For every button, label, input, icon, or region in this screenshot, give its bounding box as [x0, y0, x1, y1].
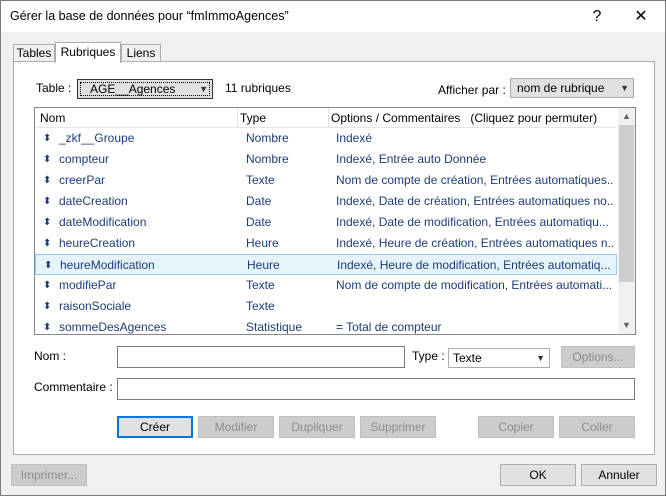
table-row[interactable]: ⬍ raisonSociale Texte	[35, 296, 617, 317]
column-header-options[interactable]: Options / Commentaires (Cliquez pour per…	[331, 111, 597, 125]
row-options: = Total de compteur	[336, 320, 442, 334]
chevron-down-icon: ▼	[620, 83, 629, 93]
fields-list[interactable]: Nom Type Options / Commentaires (Cliquez…	[34, 107, 636, 335]
table-row[interactable]: ⬍ _zkf__Groupe Nombre Indexé	[35, 128, 617, 149]
cancel-button[interactable]: Annuler	[581, 464, 657, 486]
scroll-thumb[interactable]	[619, 125, 634, 282]
print-button[interactable]: Imprimer...	[11, 464, 87, 486]
name-input[interactable]	[117, 346, 405, 368]
table-row[interactable]: ⬍ sommeDesAgences Statistique = Total de co…	[35, 317, 617, 334]
view-by-value: nom de rubrique	[517, 81, 605, 95]
table-row[interactable]: ⬍ compteur Nombre Indexé, Entrée auto Donné…	[35, 149, 617, 170]
name-label: Nom :	[34, 349, 67, 363]
comment-label: Commentaire :	[34, 380, 113, 394]
move-handle-icon[interactable]: ⬍	[43, 238, 51, 249]
table-select[interactable]: AGE__Agences ▼	[77, 79, 213, 99]
options-button[interactable]: Options...	[561, 346, 635, 368]
tab-tables[interactable]: Tables	[13, 44, 55, 62]
row-type: Texte	[246, 299, 275, 313]
row-options: Indexé, Heure de création, Entrées autom…	[336, 236, 614, 250]
create-button[interactable]: Créer	[117, 416, 193, 438]
column-header-type[interactable]: Type	[240, 111, 266, 125]
view-by-label: Afficher par :	[438, 83, 506, 97]
title-bar: Gérer la base de données pour “fmImmoAge…	[1, 1, 665, 32]
row-name: modifiePar	[59, 278, 117, 292]
table-select-value: AGE__Agences	[90, 82, 176, 96]
row-options: Indexé, Date de modification, Entrées au…	[336, 215, 609, 229]
table-label: Table :	[36, 81, 72, 95]
row-type: Statistique	[246, 320, 303, 334]
table-row[interactable]: ⬍ heureCreation Heure Indexé, Heure de créa…	[35, 233, 617, 254]
move-handle-icon[interactable]: ⬍	[43, 301, 51, 312]
list-header: Nom Type Options / Commentaires (Cliquez…	[35, 108, 617, 128]
view-by-select[interactable]: nom de rubrique ▼	[510, 78, 634, 98]
row-name: raisonSociale	[59, 299, 132, 313]
row-type: Date	[246, 215, 272, 229]
move-handle-icon[interactable]: ⬍	[43, 154, 51, 165]
row-name: creerPar	[59, 173, 106, 187]
row-type: Nombre	[246, 131, 289, 145]
row-type: Texte	[246, 278, 275, 292]
window-title: Gérer la base de données pour “fmImmoAge…	[10, 9, 289, 23]
move-handle-icon[interactable]: ⬍	[43, 133, 51, 144]
vertical-scrollbar[interactable]: ▲ ▼	[618, 108, 635, 334]
tab-liens[interactable]: Liens	[121, 44, 161, 62]
row-type: Heure	[247, 258, 280, 272]
row-name: heureCreation	[59, 236, 136, 250]
ok-button[interactable]: OK	[500, 464, 576, 486]
move-handle-icon[interactable]: ⬍	[43, 175, 51, 186]
move-handle-icon[interactable]: ⬍	[43, 217, 51, 228]
field-count: 11 rubriques	[225, 81, 291, 95]
row-name: compteur	[59, 152, 110, 166]
row-type: Date	[246, 194, 272, 208]
type-label: Type :	[412, 349, 445, 363]
move-handle-icon[interactable]: ⬍	[43, 280, 51, 291]
type-select[interactable]: Texte ▼	[448, 348, 550, 368]
dialog-window: Gérer la base de données pour “fmImmoAge…	[0, 0, 666, 496]
tab-rubriques[interactable]: Rubriques	[55, 42, 121, 63]
move-handle-icon[interactable]: ⬍	[43, 196, 51, 207]
scroll-up-icon[interactable]: ▲	[618, 108, 635, 125]
column-header-name[interactable]: Nom	[40, 111, 65, 125]
modify-button[interactable]: Modifier	[198, 416, 274, 438]
table-row[interactable]: ⬍ creerPar Texte Nom de compte de création,…	[35, 170, 617, 191]
row-options: Indexé, Entrée auto Donnée	[336, 152, 487, 166]
table-row[interactable]: ⬍ heureModification Heure Indexé, Heure de …	[35, 254, 617, 275]
row-type: Heure	[246, 236, 279, 250]
move-handle-icon[interactable]: ⬍	[44, 260, 52, 271]
table-row[interactable]: ⬍ dateCreation Date Indexé, Date de créatio…	[35, 191, 617, 212]
row-options: Nom de compte de création, Entrées autom…	[336, 173, 614, 187]
paste-button[interactable]: Coller	[559, 416, 635, 438]
scroll-down-icon[interactable]: ▼	[618, 317, 635, 334]
type-select-value: Texte	[453, 351, 482, 365]
close-button[interactable]: ✕	[619, 4, 663, 30]
comment-input[interactable]	[117, 378, 635, 400]
chevron-down-icon: ▼	[536, 353, 545, 363]
row-options: Nom de compte de modification, Entrées a…	[336, 278, 613, 292]
row-name: dateCreation	[59, 194, 128, 208]
row-options: Indexé	[336, 131, 373, 145]
row-options: Indexé, Heure de modification, Entrées a…	[337, 258, 611, 272]
row-options: Indexé, Date de création, Entrées automa…	[336, 194, 614, 208]
copy-button[interactable]: Copier	[478, 416, 554, 438]
row-name: heureModification	[60, 258, 155, 272]
table-row[interactable]: ⬍ dateModification Date Indexé, Date de mod…	[35, 212, 617, 233]
move-handle-icon[interactable]: ⬍	[43, 322, 51, 333]
table-row[interactable]: ⬍ modifiePar Texte Nom de compte de modific…	[35, 275, 617, 296]
rubriques-panel: Table : AGE__Agences ▼ 11 rubriques Affi…	[13, 61, 655, 455]
row-name: dateModification	[59, 215, 147, 229]
delete-button[interactable]: Supprimer	[360, 416, 436, 438]
duplicate-button[interactable]: Dupliquer	[279, 416, 355, 438]
row-type: Nombre	[246, 152, 289, 166]
row-type: Texte	[246, 173, 275, 187]
row-name: sommeDesAgences	[59, 320, 167, 334]
chevron-down-icon: ▼	[199, 84, 208, 94]
help-button[interactable]: ?	[575, 4, 619, 30]
row-name: _zkf__Groupe	[59, 131, 135, 145]
